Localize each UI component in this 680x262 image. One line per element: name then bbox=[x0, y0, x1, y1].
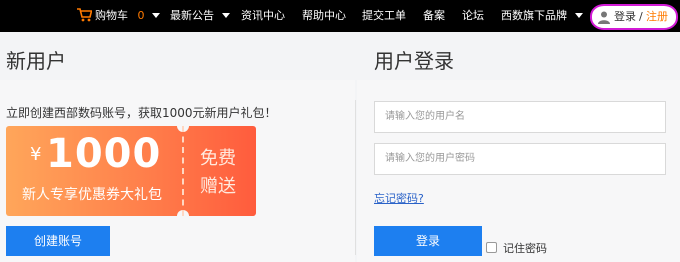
coupon-dashed-divider bbox=[182, 126, 184, 216]
register-link[interactable]: 注册 bbox=[646, 10, 668, 24]
auth-separator: / bbox=[639, 10, 643, 23]
coupon-subtitle: 新人专享优惠券大礼包 bbox=[22, 187, 162, 203]
new-user-title: 新用户 bbox=[6, 49, 66, 73]
nav-item-ticket[interactable]: 提交工单 bbox=[362, 0, 406, 32]
chevron-down-icon bbox=[574, 12, 583, 18]
chevron-down-icon bbox=[221, 12, 230, 18]
password-input[interactable]: 请输入您的用户密码 bbox=[374, 143, 666, 175]
chevron-down-icon bbox=[152, 12, 160, 18]
login-link[interactable]: 登录 bbox=[614, 10, 636, 24]
nav-item-announcements[interactable]: 最新公告 bbox=[170, 0, 230, 32]
remember-password-label: 记住密码 bbox=[503, 242, 547, 255]
nav-item-icp[interactable]: 备案 bbox=[423, 0, 445, 32]
nav-item-news[interactable]: 资讯中心 bbox=[241, 0, 285, 32]
coupon-gift-text: 赠送 bbox=[200, 176, 236, 197]
auth-links: 登录 / 注册 bbox=[590, 4, 678, 30]
coupon-currency: ¥ bbox=[30, 144, 42, 165]
user-icon bbox=[598, 11, 610, 24]
nav-item-label: 最新公告 bbox=[170, 9, 214, 22]
panel-divider bbox=[355, 100, 356, 255]
cart-label: 购物车 bbox=[95, 9, 128, 22]
nav-item-help[interactable]: 帮助中心 bbox=[302, 0, 346, 32]
cart-count: 0 bbox=[137, 9, 145, 22]
username-input[interactable]: 请输入您的用户名 bbox=[374, 101, 666, 133]
nav-item-forum[interactable]: 论坛 bbox=[462, 0, 484, 32]
coupon-banner: ¥ 1000 新人专享优惠券大礼包 免费 赠送 bbox=[6, 126, 256, 216]
top-nav-bar: 购物车 0 最新公告 资讯中心 帮助中心 提交工单 备案 论坛 西数旗下品牌 登… bbox=[0, 0, 680, 32]
cart-link[interactable]: 购物车 0 bbox=[95, 0, 160, 32]
forgot-password-link[interactable]: 忘记密码? bbox=[374, 190, 424, 206]
login-button[interactable]: 登录 bbox=[374, 226, 482, 256]
shopping-cart-icon[interactable] bbox=[77, 8, 92, 22]
coupon-free-text: 免费 bbox=[200, 148, 236, 169]
nav-item-label: 西数旗下品牌 bbox=[501, 9, 567, 22]
login-title: 用户登录 bbox=[374, 49, 454, 73]
nav-item-brands[interactable]: 西数旗下品牌 bbox=[501, 0, 583, 32]
coupon-amount: 1000 bbox=[46, 131, 162, 177]
remember-password-checkbox[interactable] bbox=[486, 242, 497, 253]
promo-text: 立即创建西部数码账号，获取1000元新用户礼包！ bbox=[6, 106, 277, 120]
create-account-button[interactable]: 创建账号 bbox=[6, 226, 110, 256]
